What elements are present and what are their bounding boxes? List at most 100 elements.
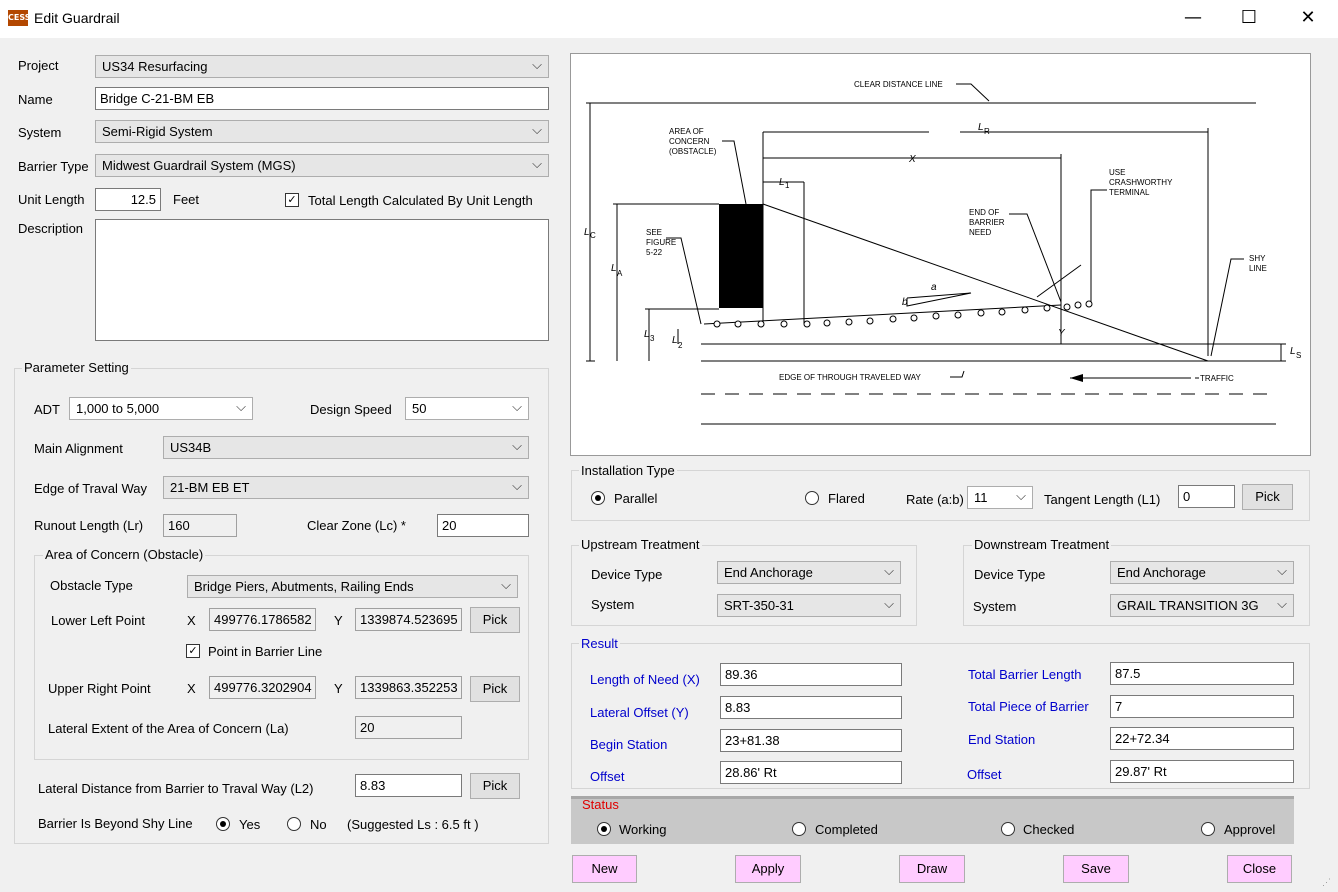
b-label: b bbox=[902, 297, 908, 308]
lower-left-y-label: Y bbox=[334, 613, 343, 628]
begin-offset-value: 28.86' Rt bbox=[720, 761, 902, 784]
status-approved-radio[interactable] bbox=[1201, 822, 1215, 836]
downstream-system-label: System bbox=[973, 599, 1017, 614]
length-of-need-label: Length of Need (X) bbox=[590, 672, 700, 687]
runout-input: 160 bbox=[163, 514, 237, 537]
clear-distance-line-text: CLEAR DISTANCE LINE bbox=[854, 80, 943, 89]
lc-label: L bbox=[584, 227, 590, 238]
l3-label: L bbox=[644, 329, 650, 340]
la-sub: A bbox=[617, 269, 623, 278]
end-offset-value: 29.87' Rt bbox=[1110, 760, 1294, 783]
tangent-length-label: Tangent Length (L1) bbox=[1044, 492, 1161, 507]
installation-type-label: Installation Type bbox=[579, 463, 677, 478]
lateral-offset-label: Lateral Offset (Y) bbox=[590, 705, 689, 720]
area-of-concern-label: Area of Concern (Obstacle) bbox=[43, 547, 206, 562]
resize-grip-icon[interactable]: ⋰ bbox=[1322, 876, 1334, 888]
parallel-label: Parallel bbox=[614, 491, 658, 506]
length-of-need-value: 89.36 bbox=[720, 663, 902, 686]
y-label: Y bbox=[1058, 328, 1066, 339]
obstacle-type-label: Obstacle Type bbox=[50, 578, 133, 593]
downstream-device-type-select[interactable]: End Anchorage bbox=[1110, 561, 1294, 584]
beyond-shy-yes-label: Yes bbox=[239, 817, 261, 832]
lateral-distance-pick-button[interactable]: Pick bbox=[470, 773, 520, 799]
new-button[interactable]: New bbox=[572, 855, 637, 883]
shy-line-text-2: LINE bbox=[1249, 264, 1267, 273]
upstream-system-select[interactable]: SRT-350-31 bbox=[717, 594, 901, 617]
app-icon: CESS bbox=[8, 10, 31, 26]
window-title: Edit Guardrail bbox=[34, 10, 120, 26]
design-speed-select[interactable]: 50 bbox=[405, 397, 529, 420]
draw-button[interactable]: Draw bbox=[899, 855, 965, 883]
traffic-text: TRAFFIC bbox=[1200, 374, 1234, 383]
name-input[interactable]: Bridge C-21-BM EB bbox=[95, 87, 549, 110]
la-label: L bbox=[611, 263, 617, 274]
begin-station-label: Begin Station bbox=[590, 737, 668, 752]
upper-right-x-label: X bbox=[187, 681, 196, 696]
upper-right-y-input: 1339863.352253 bbox=[355, 676, 462, 699]
begin-station-value: 23+81.38 bbox=[720, 729, 902, 752]
total-piece-value: 7 bbox=[1110, 695, 1294, 718]
lateral-distance-input[interactable]: 8.83 bbox=[355, 774, 462, 797]
downstream-system-select[interactable]: GRAIL TRANSITION 3G bbox=[1110, 594, 1294, 617]
runout-label: Runout Length (Lr) bbox=[34, 518, 144, 533]
l1-sub: 1 bbox=[785, 181, 790, 190]
upstream-treatment-label: Upstream Treatment bbox=[579, 537, 702, 552]
status-completed-radio[interactable] bbox=[792, 822, 806, 836]
status-approved-label: Approvel bbox=[1224, 822, 1276, 837]
project-select[interactable]: US34 Resurfacing bbox=[95, 55, 549, 78]
total-barrier-length-label: Total Barrier Length bbox=[968, 667, 1082, 682]
obstacle-type-select[interactable]: Bridge Piers, Abutments, Railing Ends bbox=[187, 575, 518, 598]
lateral-extent-input: 20 bbox=[355, 716, 462, 739]
system-select[interactable]: Semi-Rigid System bbox=[95, 120, 549, 143]
lower-left-x-input: 499776.1786582 bbox=[209, 608, 316, 631]
main-alignment-label: Main Alignment bbox=[34, 441, 123, 456]
main-alignment-select[interactable]: US34B bbox=[163, 436, 529, 459]
total-length-checkbox[interactable]: ✓ bbox=[285, 193, 299, 207]
upper-right-pick-button[interactable]: Pick bbox=[470, 676, 520, 702]
lr-label: L bbox=[978, 122, 984, 133]
see-figure-text-1: SEE bbox=[646, 228, 662, 237]
beyond-shy-no-radio[interactable] bbox=[287, 817, 301, 831]
total-barrier-length-value: 87.5 bbox=[1110, 662, 1294, 685]
tangent-pick-button[interactable]: Pick bbox=[1242, 484, 1293, 510]
point-in-barrier-checkbox[interactable]: ✓ bbox=[186, 644, 200, 658]
upper-right-y-label: Y bbox=[334, 681, 343, 696]
shy-line-text-1: SHY bbox=[1249, 254, 1266, 263]
area-of-concern-text-2: CONCERN bbox=[669, 137, 710, 146]
lower-left-y-input: 1339874.523695 bbox=[355, 608, 462, 631]
description-textarea[interactable] bbox=[95, 219, 549, 341]
lateral-extent-label: Lateral Extent of the Area of Concern (L… bbox=[48, 721, 289, 736]
point-in-barrier-label: Point in Barrier Line bbox=[208, 644, 323, 659]
see-figure-text-3: 5-22 bbox=[646, 248, 663, 257]
rate-select[interactable]: 11 bbox=[967, 486, 1033, 509]
minimize-button[interactable]: — bbox=[1164, 0, 1222, 38]
status-working-radio[interactable] bbox=[597, 822, 611, 836]
x-label: X bbox=[908, 154, 916, 165]
clear-zone-input[interactable]: 20 bbox=[437, 514, 529, 537]
apply-button[interactable]: Apply bbox=[735, 855, 801, 883]
end-of-barrier-text-3: NEED bbox=[969, 228, 991, 237]
unit-length-input[interactable]: 12.5 bbox=[95, 188, 161, 211]
barrier-type-select[interactable]: Midwest Guardrail System (MGS) bbox=[95, 154, 549, 177]
lower-left-pick-button[interactable]: Pick bbox=[470, 607, 520, 633]
area-of-concern-text-3: (OBSTACLE) bbox=[669, 147, 717, 156]
parallel-radio[interactable] bbox=[591, 491, 605, 505]
tangent-length-input[interactable]: 0 bbox=[1178, 485, 1235, 508]
flared-radio[interactable] bbox=[805, 491, 819, 505]
total-length-checkbox-label: Total Length Calculated By Unit Length bbox=[308, 193, 533, 208]
beyond-shy-yes-radio[interactable] bbox=[216, 817, 230, 831]
edge-select[interactable]: 21-BM EB ET bbox=[163, 476, 529, 499]
upper-right-label: Upper Right Point bbox=[48, 681, 151, 696]
lr-sub: R bbox=[984, 127, 990, 136]
close-button[interactable]: Close bbox=[1227, 855, 1292, 883]
crashworthy-text-2: CRASHWORTHY bbox=[1109, 178, 1173, 187]
save-button[interactable]: Save bbox=[1063, 855, 1129, 883]
status-checked-radio[interactable] bbox=[1001, 822, 1015, 836]
adt-select[interactable]: 1,000 to 5,000 bbox=[69, 397, 253, 420]
maximize-button[interactable]: ☐ bbox=[1220, 0, 1278, 38]
l1-label: L bbox=[779, 177, 785, 188]
status-working-label: Working bbox=[619, 822, 667, 837]
upstream-device-type-select[interactable]: End Anchorage bbox=[717, 561, 901, 584]
end-of-barrier-text-2: BARRIER bbox=[969, 218, 1005, 227]
close-window-button[interactable]: ✕ bbox=[1279, 0, 1337, 38]
